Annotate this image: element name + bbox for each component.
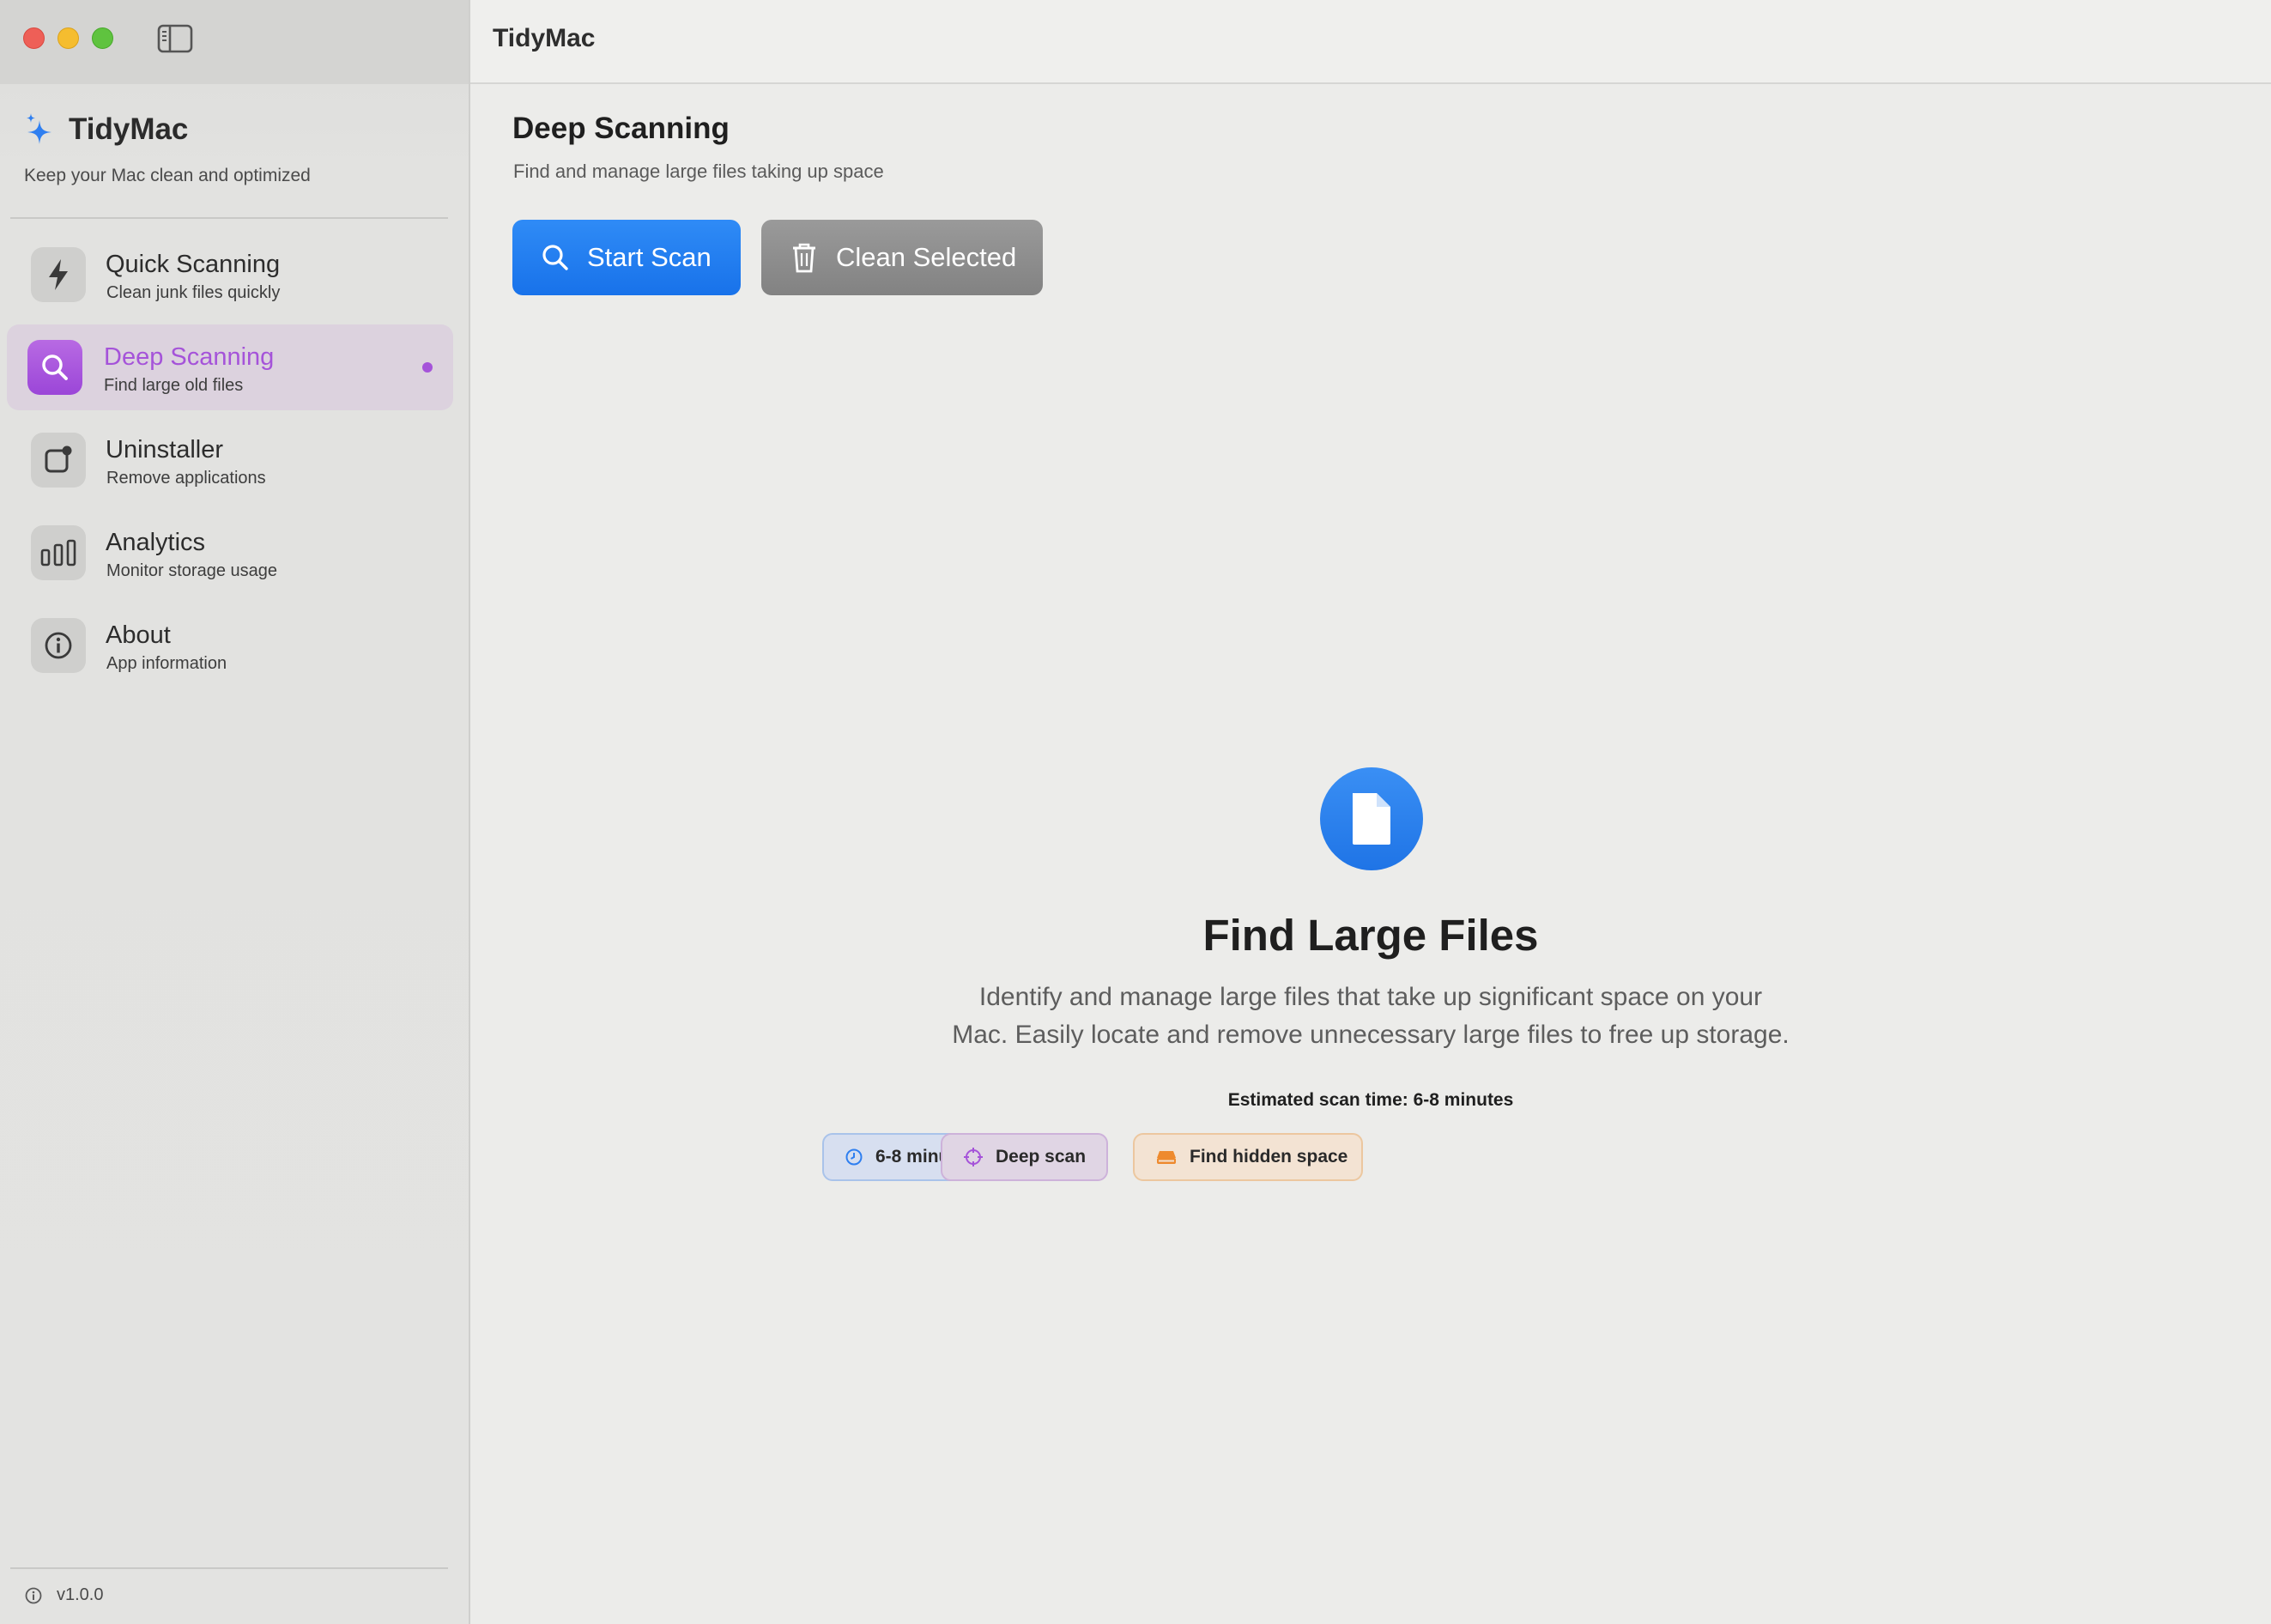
chip-find-hidden-space: Find hidden space: [1133, 1133, 1363, 1181]
chip-label: Deep scan: [996, 1147, 1087, 1166]
clean-selected-label: Clean Selected: [836, 242, 1017, 272]
sidebar-item-quick-scanning[interactable]: Quick Scanning Clean junk files quickly: [7, 232, 453, 318]
app-window: TidyMac Keep your Mac clean and optimize…: [0, 0, 2271, 1624]
bar-chart-icon: [31, 525, 86, 580]
brand-name: TidyMac: [69, 112, 189, 146]
sidebar-item-analytics[interactable]: Analytics Monitor storage usage: [7, 510, 453, 596]
chip-label: Find hidden space: [1190, 1147, 1348, 1166]
target-icon: [964, 1148, 983, 1166]
bolt-icon: [31, 247, 86, 302]
sidebar: TidyMac Keep your Mac clean and optimize…: [0, 0, 470, 1624]
clean-selected-button[interactable]: Clean Selected: [761, 220, 1043, 295]
close-window-button[interactable]: [23, 27, 45, 49]
page-title: Deep Scanning: [512, 112, 730, 145]
start-scan-button[interactable]: Start Scan: [512, 220, 741, 295]
clock-icon: [845, 1148, 863, 1166]
chip-deep-scan: Deep scan: [941, 1133, 1108, 1181]
sparkles-icon: [27, 113, 51, 144]
info-icon: [25, 1587, 42, 1603]
main-titlebar: TidyMac: [470, 0, 2271, 84]
trash-icon: [793, 243, 815, 273]
feature-chips: 6-8 minutes Deep scan Find hidden space: [470, 1133, 2271, 1181]
sidebar-item-deep-scanning[interactable]: Deep Scanning Find large old files: [7, 324, 453, 410]
main-content: TidyMac Deep Scanning Find and manage la…: [470, 0, 2271, 1624]
brand-tagline: Keep your Mac clean and optimized: [24, 166, 311, 185]
hero-title: Find Large Files: [1202, 911, 1539, 960]
drive-icon: [1157, 1151, 1176, 1164]
sidebar-item-title: About: [106, 621, 171, 649]
version-text: v1.0.0: [57, 1585, 104, 1604]
sidebar-item-title: Uninstaller: [106, 436, 223, 464]
estimated-scan-time: Estimated scan time: 6-8 minutes: [1227, 1090, 1514, 1110]
sidebar-item-title: Analytics: [106, 529, 206, 556]
start-scan-label: Start Scan: [587, 242, 712, 272]
sidebar-item-subtitle: Clean junk files quickly: [106, 283, 281, 302]
document-icon: [1320, 767, 1423, 870]
search-icon: [542, 245, 568, 270]
window-title: TidyMac: [493, 24, 596, 52]
sidebar-item-subtitle: Remove applications: [106, 469, 266, 488]
sidebar-toggle-icon[interactable]: [157, 24, 193, 53]
info-icon: [31, 618, 86, 673]
hero-description-line: Identify and manage large files that tak…: [978, 983, 1763, 1011]
sidebar-titlebar: [0, 0, 469, 84]
page-subtitle: Find and manage large files taking up sp…: [513, 161, 884, 182]
hero-description-line: Mac. Easily locate and remove unnecessar…: [952, 1021, 1790, 1049]
sidebar-item-title: Quick Scanning: [106, 251, 281, 278]
magnifier-icon: [27, 340, 82, 395]
brand: TidyMac: [24, 110, 188, 149]
sidebar-item-title: Deep Scanning: [104, 343, 275, 371]
minimize-window-button[interactable]: [58, 27, 79, 49]
sidebar-item-uninstaller[interactable]: Uninstaller Remove applications: [7, 417, 453, 503]
sidebar-item-about[interactable]: About App information: [7, 603, 453, 688]
sidebar-item-subtitle: App information: [106, 654, 227, 673]
sidebar-footer-divider: [10, 1567, 448, 1569]
hero-description: Identify and manage large files that tak…: [470, 979, 2271, 1054]
sidebar-divider: [10, 217, 448, 219]
sidebar-item-subtitle: Find large old files: [104, 376, 244, 395]
sidebar-item-subtitle: Monitor storage usage: [106, 561, 278, 580]
active-indicator-dot: [422, 362, 433, 373]
version-label: v1.0.0: [24, 1585, 103, 1605]
zoom-window-button[interactable]: [92, 27, 113, 49]
app-remove-icon: [31, 433, 86, 488]
